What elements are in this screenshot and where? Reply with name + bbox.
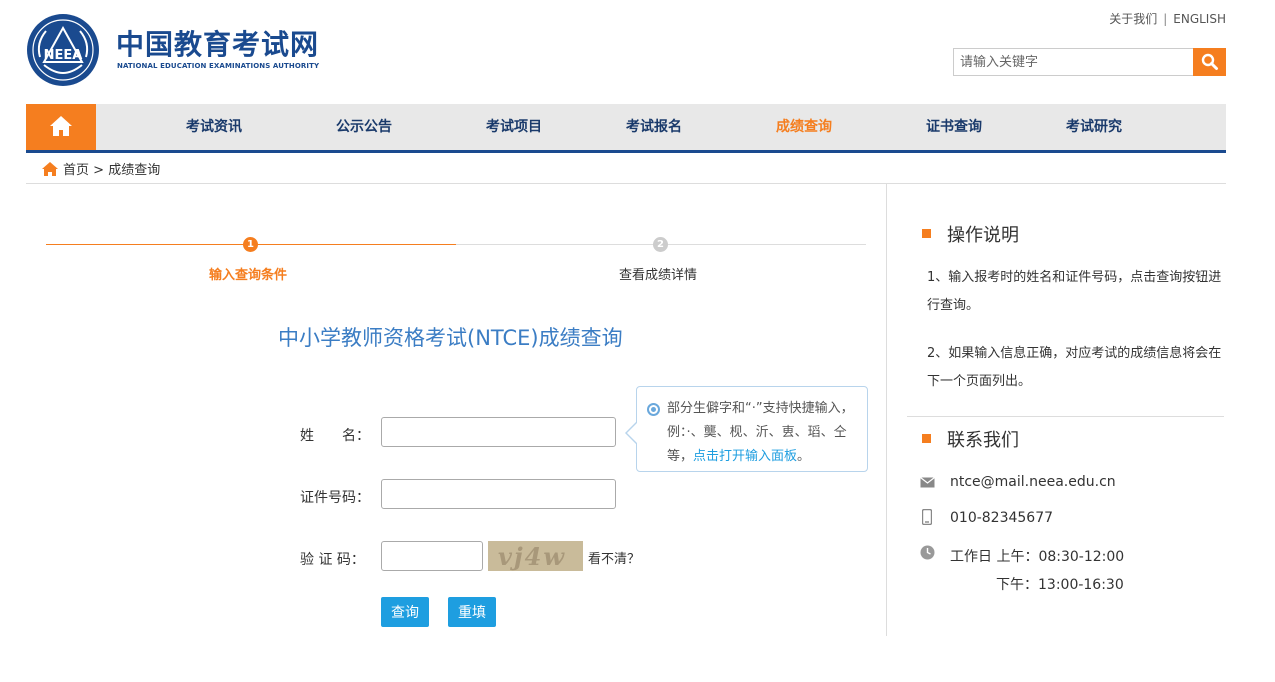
contact-email[interactable]: ntce@mail.neea.edu.cn [950, 474, 1116, 490]
open-input-panel-link[interactable]: 点击打开输入面板 [693, 449, 797, 464]
submit-button[interactable]: 查询 [381, 597, 429, 627]
nav-underline [26, 150, 1226, 153]
instruction-2: 2、如果输入信息正确，对应考试的成绩信息将会在下一个页面列出。 [927, 346, 1222, 389]
main-nav: 考试资讯 公示公告 考试项目 考试报名 成绩查询 证书查询 考试研究 [26, 104, 1226, 150]
input-hint-tooltip: 部分生僻字和“·”支持快捷输入，例：·、龑、枧、沂、叀、瑫、仝等，点击打开输入面… [636, 386, 868, 472]
search-icon [1201, 53, 1218, 70]
nav-item-exam-news[interactable]: 考试资讯 [186, 104, 242, 150]
clock-icon [920, 545, 935, 560]
mail-icon [920, 477, 935, 488]
site-name-en: NATIONAL EDUCATION EXAMINATIONS AUTHORIT… [117, 62, 320, 70]
breadcrumb: 首页 > 成绩查询 [42, 159, 160, 178]
name-input[interactable] [381, 417, 616, 447]
breadcrumb-separator: > [93, 163, 105, 178]
nav-item-exam-registration[interactable]: 考试报名 [626, 104, 682, 150]
neea-emblem-icon: NEEA [27, 14, 99, 86]
site-name-cn: 中国教育考试网 [116, 28, 320, 61]
step-1-label: 输入查询条件 [209, 268, 288, 283]
info-dot-icon [647, 403, 660, 416]
search-box [953, 48, 1226, 76]
page-title: 中小学教师资格考试(NTCE)成绩查询 [278, 326, 623, 350]
captcha-label: 验 证 码： [300, 552, 365, 568]
reset-button[interactable]: 重填 [448, 597, 496, 627]
search-button[interactable] [1193, 48, 1226, 76]
nav-item-certificate-query[interactable]: 证书查询 [926, 104, 982, 150]
nav-item-exam-research[interactable]: 考试研究 [1066, 104, 1122, 150]
step-1-indicator: 1 [243, 237, 258, 252]
site-logo[interactable]: NEEA 中国教育考试网 NATIONAL EDUCATION EXAMINAT… [26, 13, 326, 87]
heading-square-icon [922, 229, 931, 238]
name-label: 姓 名： [300, 428, 370, 444]
contact-hours-line2: 下午：13:00-16:30 [996, 577, 1124, 593]
breadcrumb-current: 成绩查询 [108, 163, 161, 178]
breadcrumb-home-icon [42, 162, 58, 176]
step-2-label: 查看成绩详情 [619, 268, 698, 283]
breadcrumb-home-link[interactable]: 首页 [63, 163, 89, 178]
contact-hours-line1: 工作日 上午：08:30-12:00 [950, 549, 1125, 565]
captcha-refresh-link[interactable]: 看不清？ [588, 548, 640, 567]
instructions-heading: 操作说明 [922, 221, 1019, 247]
captcha-image[interactable]: vj4w [488, 541, 583, 571]
contact-heading: 联系我们 [922, 426, 1019, 452]
id-number-input[interactable] [381, 479, 616, 509]
search-input[interactable] [953, 48, 1194, 76]
heading-square-icon [922, 434, 931, 443]
nav-home-button[interactable] [26, 104, 96, 150]
top-links-separator: | [1163, 12, 1168, 26]
top-links: 关于我们 | ENGLISH [1109, 10, 1226, 27]
emblem-text: NEEA [44, 48, 83, 63]
breadcrumb-divider [26, 183, 1226, 184]
id-number-label: 证件号码： [300, 490, 370, 506]
home-icon [50, 116, 72, 136]
about-link[interactable]: 关于我们 [1109, 12, 1157, 26]
contact-phone: 010-82345677 [950, 510, 1054, 526]
captcha-input[interactable] [381, 541, 483, 571]
sidebar-section-divider [907, 416, 1224, 417]
nav-item-announcements[interactable]: 公示公告 [336, 104, 392, 150]
step-2-indicator: 2 [653, 237, 668, 252]
phone-icon [922, 509, 932, 525]
tooltip-arrow-inner [627, 423, 637, 443]
tooltip-end: 。 [797, 449, 811, 464]
sidebar-divider [886, 184, 887, 636]
instructions-title: 操作说明 [947, 225, 1019, 246]
instruction-1: 1、输入报考时的姓名和证件号码，点击查询按钮进行查询。 [927, 270, 1222, 313]
nav-item-score-query[interactable]: 成绩查询 [776, 104, 832, 150]
contact-title: 联系我们 [947, 430, 1019, 451]
english-link[interactable]: ENGLISH [1173, 12, 1226, 26]
captcha-image-text: vj4w [498, 542, 566, 571]
nav-item-exam-projects[interactable]: 考试项目 [486, 104, 542, 150]
